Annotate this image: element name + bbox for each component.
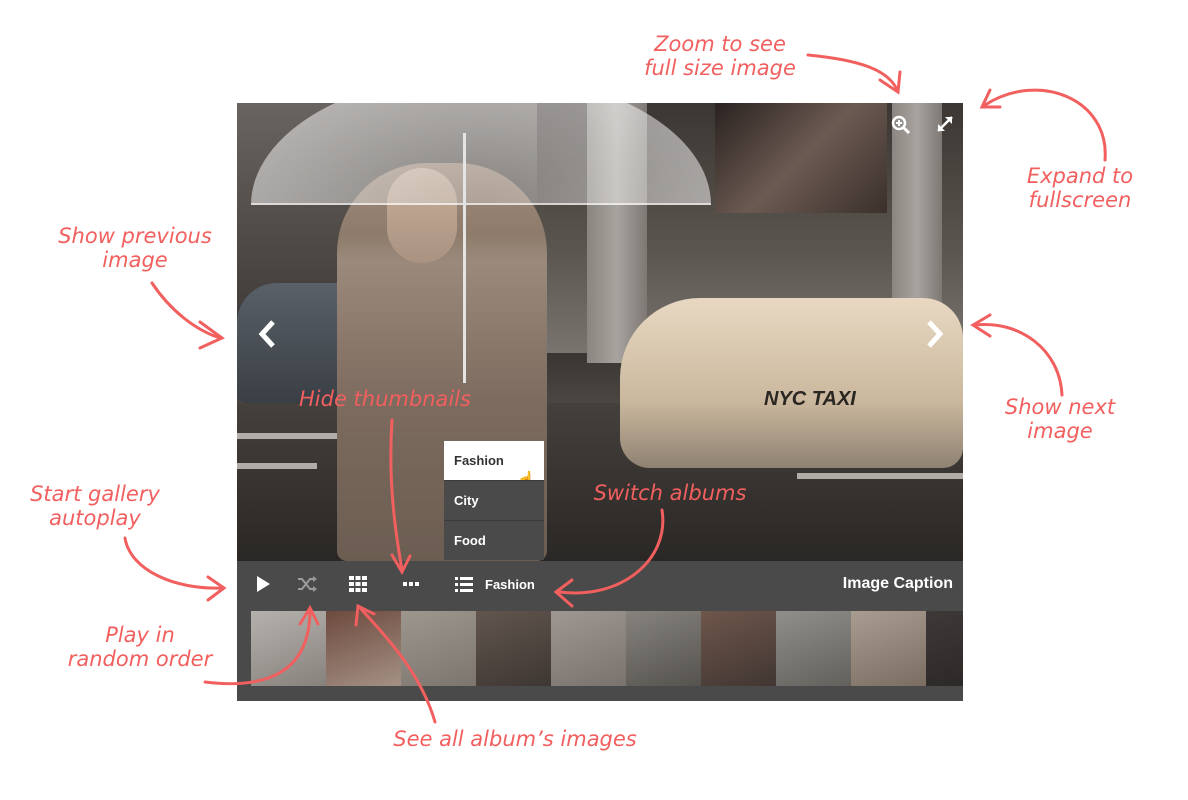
expand-icon (937, 116, 953, 132)
zoom-button[interactable] (891, 115, 911, 140)
chevron-left-icon (258, 320, 275, 348)
current-album-label: Fashion (485, 576, 535, 592)
album-option-label: Fashion (454, 453, 504, 468)
hide-thumbnails-button[interactable] (403, 581, 419, 587)
switch-album-button[interactable]: Fashion (455, 576, 535, 592)
zoom-in-icon (891, 115, 911, 135)
photo-stripe (237, 463, 317, 469)
shuffle-button[interactable] (297, 576, 317, 592)
annotation-random: Play in random order (67, 623, 213, 671)
prev-image-button[interactable] (257, 319, 279, 355)
ellipsis-icon (403, 582, 419, 586)
thumbnail[interactable] (551, 611, 626, 686)
arrow-previous (150, 281, 222, 340)
annotation-previous: Show previous image (58, 224, 212, 272)
photo-umbrella-stick (463, 133, 466, 383)
annotation-hide-thumbnails: Hide thumbnails (299, 387, 471, 411)
play-icon (257, 576, 270, 592)
next-image-button[interactable] (923, 319, 945, 355)
thumbnail[interactable] (851, 611, 926, 686)
photo-billboard (715, 103, 887, 213)
photo-stripe (797, 473, 963, 479)
arrow-head (198, 320, 225, 350)
arrow-head (970, 313, 992, 338)
annotation-all-images: See all album’s images (393, 727, 637, 751)
all-images-button[interactable] (349, 576, 367, 592)
thumbnail[interactable] (926, 611, 963, 686)
annotation-expand: Expand to fullscreen (1026, 164, 1134, 212)
arrow-autoplay (123, 536, 224, 590)
photo-taxi (620, 298, 963, 468)
thumbnail[interactable] (476, 611, 551, 686)
thumbnail[interactable] (626, 611, 701, 686)
thumbnail[interactable] (701, 611, 776, 686)
album-option-label: Food (454, 533, 486, 548)
grid-icon (349, 576, 367, 592)
album-option-city[interactable]: City (444, 480, 544, 520)
arrow-expand (983, 88, 1107, 162)
album-option-food[interactable]: Food (444, 520, 544, 560)
arrow-next (973, 322, 1064, 397)
arrow-head (878, 70, 902, 95)
photo-umbrella (251, 103, 711, 205)
annotation-switch-albums: Switch albums (593, 481, 747, 505)
shuffle-icon (298, 576, 317, 592)
arrow-head (206, 575, 227, 602)
annotation-autoplay: Start gallery autoplay (30, 482, 160, 530)
album-dropdown: Fashion ☝ City Food (444, 441, 544, 560)
photo-stripe (237, 433, 347, 439)
thumbnail[interactable] (776, 611, 851, 686)
image-caption: Image Caption (842, 575, 953, 592)
taxi-text: NYC TAXI (764, 388, 856, 410)
thumbnail[interactable] (401, 611, 476, 686)
thumbnail-strip (251, 611, 963, 686)
thumbnail[interactable] (326, 611, 401, 686)
annotation-zoom: Zoom to see full size image (644, 32, 796, 80)
album-option-fashion[interactable]: Fashion ☝ (444, 441, 544, 489)
album-option-label: City (454, 493, 479, 508)
autoplay-button[interactable] (255, 575, 271, 593)
annotation-next: Show next image (1004, 395, 1116, 443)
thumbnail[interactable] (251, 611, 326, 686)
fullscreen-button[interactable] (936, 115, 954, 138)
chevron-right-icon (927, 320, 944, 348)
arrow-head (979, 88, 1002, 109)
list-icon (455, 576, 473, 592)
arrow-zoom (806, 53, 900, 94)
gallery-toolbar: Fashion Image Caption (237, 561, 963, 607)
